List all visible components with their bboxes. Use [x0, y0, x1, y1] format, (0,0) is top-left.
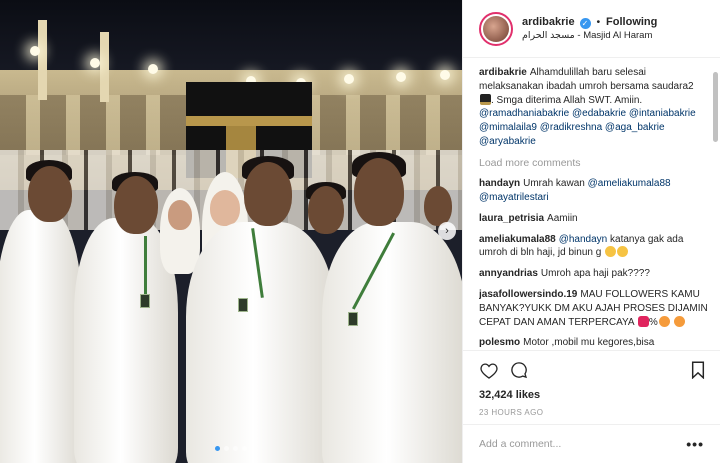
separator: • [596, 15, 601, 28]
avatar-image [483, 15, 509, 42]
carousel-next-button[interactable]: › [438, 222, 456, 240]
comment-item: handayn Umrah kawan @ameliakumala88 @maya… [479, 177, 708, 205]
comment-item: polesmo Motor ,mobil mu kegores,bisa [479, 336, 708, 348]
post-photo[interactable]: › [0, 0, 462, 463]
carousel-dot[interactable] [215, 446, 220, 451]
comment-text: Umrah kawan [523, 178, 585, 190]
id-badge [140, 294, 150, 308]
more-options-button[interactable]: ••• [686, 436, 704, 452]
comment-username[interactable]: laura_petrisia [479, 213, 544, 224]
header-text: ardibakrie ✓ • Following مسجد الحرام - M… [522, 15, 657, 43]
face [210, 190, 240, 226]
carousel-pagination [0, 446, 462, 451]
thinking-emoji-icon [617, 246, 629, 258]
post-actions: 32,424 likes 23 HOURS AGO [463, 350, 720, 417]
carousel-dot[interactable] [242, 446, 247, 451]
ihram-cloth [322, 222, 462, 463]
heart-emoji-icon [637, 315, 649, 327]
comment-username[interactable]: annyandrias [479, 268, 538, 279]
light [396, 72, 406, 82]
action-icons [479, 359, 708, 381]
caption: ardibakrie Alhamdulillah baru selesai mel… [479, 66, 708, 149]
comment-text: Umroh apa haji pak???? [540, 268, 650, 280]
mention-link[interactable]: @edabakrie [572, 108, 626, 119]
face [28, 166, 72, 222]
face [114, 176, 158, 234]
comment-item: jasafollowersindo.19 MAU FOLLOWERS KAMU B… [479, 288, 708, 329]
carousel-dot[interactable] [224, 446, 229, 451]
id-badge [238, 298, 248, 312]
caption-username[interactable]: ardibakrie [479, 67, 527, 78]
caption-text-2: . Smga diterima Allah SWT. Amiin. [491, 94, 643, 106]
comment-item: ameliakumala88 @handayn katanya gak ada u… [479, 233, 708, 261]
comment-text: Aamiin [547, 212, 578, 224]
face [424, 186, 452, 226]
comment-text-mid: % [648, 316, 658, 328]
mention-link[interactable]: @handayn [559, 234, 608, 245]
ihram-cloth [0, 210, 82, 463]
lanyard [144, 236, 147, 296]
light [440, 70, 450, 80]
comment-username[interactable]: jasafollowersindo.19 [479, 289, 577, 300]
light [148, 64, 158, 74]
post-timestamp[interactable]: 23 HOURS AGO [479, 408, 708, 417]
post-username[interactable]: ardibakrie [522, 16, 575, 28]
minaret [100, 32, 109, 102]
comment-username[interactable]: handayn [479, 178, 520, 189]
heart-eyes-emoji-icon [673, 315, 685, 327]
mention-link[interactable]: @radikreshna [540, 122, 602, 133]
minaret [38, 20, 47, 100]
comment-item: laura_petrisia Aamiin [479, 212, 708, 226]
load-more-comments-button[interactable]: Load more comments [479, 156, 708, 170]
location-link[interactable]: مسجد الحرام - Masjid Al Haram [522, 30, 657, 43]
mention-link[interactable]: @mayatrilestari [479, 192, 549, 203]
face [168, 200, 192, 230]
ihram-cloth [186, 222, 336, 463]
following-button[interactable]: Following [606, 16, 657, 28]
comment-input[interactable] [479, 438, 687, 450]
comment-icon[interactable] [509, 360, 529, 380]
comment-username[interactable]: polesmo [479, 337, 520, 348]
carousel-dot[interactable] [233, 446, 238, 451]
id-badge [348, 312, 358, 326]
chevron-right-icon: › [445, 225, 449, 237]
mention-link[interactable]: @aryabakrie [479, 136, 536, 147]
likes-count[interactable]: 32,424 likes [479, 389, 708, 401]
bookmark-icon[interactable] [688, 360, 708, 380]
comment-text: Motor ,mobil mu kegores,bisa [523, 337, 655, 348]
mention-link[interactable]: @aga_bakrie [605, 122, 665, 133]
light [344, 74, 354, 84]
light [90, 58, 100, 68]
heart-eyes-emoji-icon [658, 315, 670, 327]
kaaba-band [186, 116, 312, 126]
comments-list[interactable]: ardibakrie Alhamdulillah baru selesai mel… [479, 66, 708, 348]
light [30, 46, 40, 56]
mention-link[interactable]: @mimalaila9 [479, 122, 537, 133]
comments-scrollbar[interactable] [713, 72, 718, 142]
mention-link[interactable]: @ameliakumala88 [588, 178, 671, 189]
avatar[interactable] [479, 11, 513, 46]
thinking-emoji-icon [605, 246, 617, 258]
face [354, 158, 404, 226]
face [244, 162, 292, 226]
comment-item: annyandrias Umroh apa haji pak???? [479, 267, 708, 281]
verified-badge-icon: ✓ [579, 17, 591, 29]
add-comment-bar: ••• [463, 424, 720, 463]
comment-username[interactable]: ameliakumala88 [479, 234, 556, 245]
post-side-panel: ardibakrie ✓ • Following مسجد الحرام - M… [462, 0, 720, 463]
kaaba-emoji-icon [480, 93, 491, 105]
post-header: ardibakrie ✓ • Following مسجد الحرام - M… [463, 0, 720, 58]
heart-icon[interactable] [479, 360, 499, 380]
mention-link[interactable]: @ramadhaniabakrie [479, 108, 569, 119]
face [308, 186, 344, 234]
mention-link[interactable]: @intaniabakrie [629, 108, 696, 119]
